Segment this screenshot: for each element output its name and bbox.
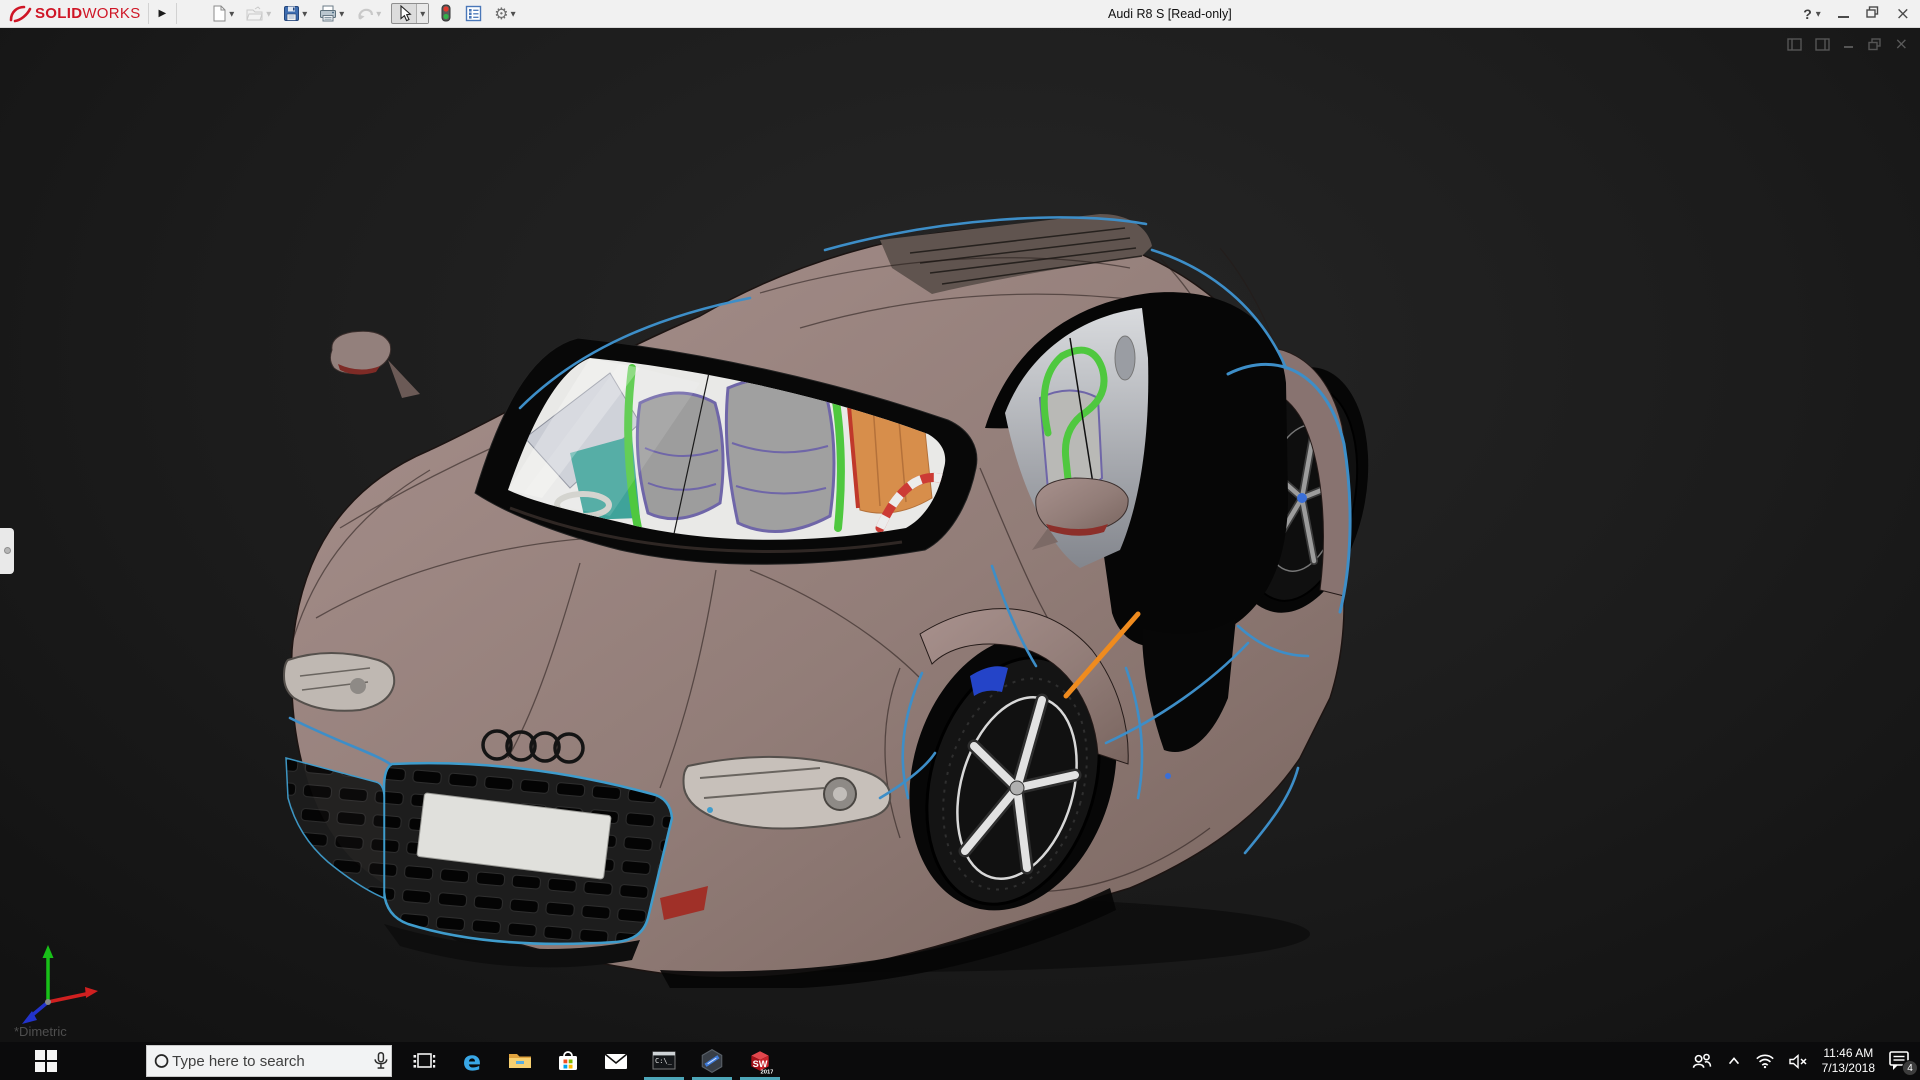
taskbar-app-edge[interactable]: e bbox=[448, 1042, 496, 1080]
dropdown-caret[interactable]: ▼ bbox=[302, 10, 307, 18]
close-button[interactable]: × bbox=[1896, 5, 1910, 23]
traffic-light-icon bbox=[441, 4, 451, 22]
document-window-controls: × bbox=[1786, 36, 1908, 52]
dropdown-caret[interactable]: ▼ bbox=[339, 10, 344, 18]
save-floppy-icon bbox=[284, 6, 300, 21]
standard-toolbar: ▼ ▼ ▼ ▼ ▼ ▼ ⚙ ▼ bbox=[208, 3, 517, 24]
command-prompt-icon: C:\_ bbox=[652, 1051, 676, 1070]
model-audi-r8 bbox=[280, 198, 1380, 990]
pane-left-icon[interactable] bbox=[1786, 37, 1802, 51]
window-controls: ? ▼ × bbox=[1803, 0, 1910, 28]
flyout-tab-dot bbox=[4, 547, 11, 554]
edge-icon: e bbox=[462, 1045, 482, 1077]
sw-year: 2017 bbox=[761, 1069, 773, 1074]
minimize-icon bbox=[1837, 16, 1849, 18]
pane-right-icon[interactable] bbox=[1814, 37, 1830, 51]
file-explorer-icon bbox=[509, 1054, 531, 1068]
orientation-triad bbox=[22, 945, 98, 1024]
sw-label: SW bbox=[753, 1059, 768, 1069]
dropdown-caret: ▼ bbox=[376, 9, 382, 18]
featuremanager-flyout-tab[interactable] bbox=[0, 528, 14, 574]
dropdown-caret[interactable]: ▼ bbox=[420, 10, 425, 18]
select-cursor-icon bbox=[400, 5, 412, 22]
restore-button[interactable] bbox=[1866, 5, 1879, 23]
options-list-icon bbox=[466, 5, 482, 22]
volume-muted-icon[interactable] bbox=[1788, 1053, 1809, 1070]
taskbar-app-store[interactable] bbox=[544, 1042, 592, 1080]
solidworks-2017-icon: SW 2017 bbox=[751, 1051, 773, 1074]
printer-icon bbox=[320, 5, 337, 22]
windows-taskbar: e bbox=[0, 1042, 1920, 1080]
show-hidden-icons-chevron[interactable] bbox=[1726, 1054, 1742, 1068]
taskbar-clock[interactable]: 11:46 AM 7/13/2018 bbox=[1822, 1046, 1875, 1076]
new-document-icon bbox=[213, 5, 226, 22]
titlebar: SOLIDWORKS ▶ ▼ ▼ ▼ ▼ ▼ ▼ ⚙ ▼ Audi R8 S [… bbox=[0, 0, 1920, 28]
ds-swoosh-icon bbox=[9, 5, 32, 22]
dropdown-caret[interactable]: ▼ bbox=[1816, 10, 1821, 18]
people-icon[interactable] bbox=[1691, 1052, 1713, 1070]
window-title: Audi R8 S [Read-only] bbox=[1108, 7, 1232, 21]
select-tool-button[interactable]: ▼ bbox=[391, 3, 430, 24]
help-icon: ? bbox=[1803, 6, 1812, 22]
microphone-icon[interactable] bbox=[371, 1049, 391, 1073]
restore-icon bbox=[1866, 6, 1878, 18]
hexagon-app-icon bbox=[701, 1048, 723, 1074]
print-button[interactable]: ▼ bbox=[317, 4, 346, 23]
taskbar-app-command-prompt[interactable]: C:\_ bbox=[640, 1042, 688, 1080]
gear-icon: ⚙ bbox=[494, 3, 509, 23]
undo-button[interactable]: ▼ bbox=[354, 5, 383, 22]
microsoft-store-icon bbox=[559, 1051, 577, 1070]
windows-logo-icon bbox=[35, 1050, 57, 1072]
start-button[interactable] bbox=[0, 1042, 92, 1080]
taskbar-app-mail[interactable] bbox=[592, 1042, 640, 1080]
system-tray: 11:46 AM 7/13/2018 4 bbox=[1691, 1042, 1918, 1080]
display-options-button[interactable] bbox=[463, 4, 484, 23]
dropdown-caret[interactable]: ▼ bbox=[229, 10, 234, 18]
action-center-button[interactable]: 4 bbox=[1888, 1049, 1918, 1076]
notification-count-badge: 4 bbox=[1902, 1060, 1918, 1076]
solidworks-wordmark: SOLIDWORKS bbox=[35, 5, 141, 22]
wifi-icon[interactable] bbox=[1755, 1053, 1775, 1069]
new-document-button[interactable]: ▼ bbox=[208, 4, 236, 23]
task-view-icon bbox=[413, 1053, 436, 1068]
taskbar-app-file-explorer[interactable] bbox=[496, 1042, 544, 1080]
mail-icon bbox=[604, 1053, 628, 1069]
search-input[interactable] bbox=[172, 1052, 372, 1070]
open-document-button[interactable]: ▼ bbox=[244, 5, 273, 23]
tray-time: 11:46 AM bbox=[1823, 1046, 1874, 1060]
dropdown-caret: ▼ bbox=[266, 9, 272, 18]
undo-arrow-icon bbox=[358, 8, 374, 20]
separator bbox=[176, 3, 178, 24]
taskbar-apps: e C:\_ SW 2017 bbox=[400, 1042, 784, 1080]
doc-restore-icon[interactable] bbox=[1867, 37, 1882, 51]
taskbar-app-solidworks[interactable]: SW 2017 bbox=[736, 1042, 784, 1080]
minimize-button[interactable] bbox=[1837, 5, 1849, 23]
separator bbox=[147, 3, 149, 24]
settings-button[interactable]: ⚙ ▼ bbox=[492, 5, 517, 23]
help-button[interactable]: ? ▼ bbox=[1803, 6, 1821, 22]
taskbar-search[interactable] bbox=[146, 1045, 392, 1077]
cmd-prompt-text: C:\_ bbox=[655, 1057, 673, 1065]
view-orientation-label: *Dimetric bbox=[14, 1024, 67, 1039]
rebuild-button[interactable] bbox=[437, 3, 455, 24]
save-button[interactable]: ▼ bbox=[281, 4, 309, 23]
solidworks-logo: SOLIDWORKS bbox=[8, 5, 141, 23]
doc-minimize-icon[interactable] bbox=[1843, 38, 1855, 50]
task-view-button[interactable] bbox=[400, 1042, 448, 1080]
dropdown-caret[interactable]: ▼ bbox=[511, 10, 516, 18]
cortana-circle-icon bbox=[154, 1054, 169, 1068]
graphics-area[interactable]: × *Dimetric bbox=[0, 28, 1920, 1042]
open-folder-icon bbox=[246, 5, 263, 20]
tray-date: 7/13/2018 bbox=[1821, 1061, 1875, 1075]
taskbar-app-composer[interactable] bbox=[688, 1042, 736, 1080]
menu-flyout-button[interactable]: ▶ bbox=[156, 8, 170, 19]
doc-close-icon[interactable]: × bbox=[1895, 36, 1908, 52]
